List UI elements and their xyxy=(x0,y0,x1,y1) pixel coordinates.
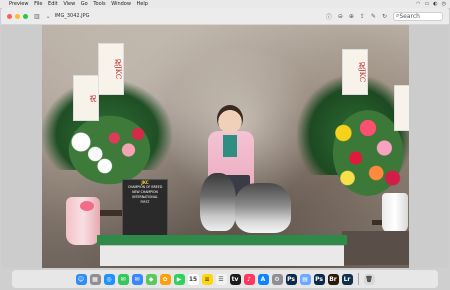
clock-icon[interactable]: ◷ xyxy=(442,1,446,7)
handler-shirt xyxy=(223,135,237,157)
stage-side xyxy=(342,231,409,265)
sidebar-toggle-icon[interactable]: ▥ xyxy=(34,13,40,20)
menu-item-file[interactable]: File xyxy=(34,1,42,7)
grass-platform xyxy=(97,235,347,245)
handler-head xyxy=(217,105,243,133)
banner-left-1: 祝JKC xyxy=(98,43,124,95)
messages-icon[interactable]: ✉ xyxy=(117,273,129,285)
menu-item-edit[interactable]: Edit xyxy=(48,1,58,7)
schnauzer-dog-left xyxy=(200,173,236,231)
vase-right xyxy=(382,193,408,233)
menu-item-view[interactable]: View xyxy=(63,1,75,7)
document-title: IMG_3042.JPG xyxy=(54,13,90,19)
lightroom-icon[interactable]: Lr xyxy=(341,273,353,285)
safari-icon[interactable]: ◎ xyxy=(103,273,115,285)
tv-icon[interactable]: tv xyxy=(229,273,241,285)
bridge-icon[interactable]: Br xyxy=(327,273,339,285)
zoom-out-icon[interactable]: ⊖ xyxy=(338,13,343,20)
share-icon[interactable]: ⇪ xyxy=(360,13,365,20)
status-area: ◠ ▭ ◐ ◷ xyxy=(416,1,450,7)
window-titlebar: ▥ ⌄ IMG_3042.JPG ⓘ ⊖ ⊕ ⇪ ✎ ↻ ⌕ Search xyxy=(1,8,449,25)
menu-item-preview[interactable]: Preview xyxy=(9,1,28,7)
banner-right-1: 祝JKC xyxy=(342,49,368,95)
photos-icon[interactable]: ✿ xyxy=(159,273,171,285)
launchpad-icon[interactable]: ▦ xyxy=(89,273,101,285)
facetime-icon[interactable]: ▶ xyxy=(173,273,185,285)
music-icon[interactable]: ♪ xyxy=(243,273,255,285)
markup-icon[interactable]: ✎ xyxy=(371,13,376,20)
notes-icon[interactable]: ≡ xyxy=(201,273,213,285)
close-button[interactable] xyxy=(7,13,12,19)
dog-show-photo: 祝JKC 祝 祝JKC 祝 JKC CHAMPION OF BREED NEW … xyxy=(42,25,409,268)
platform-front xyxy=(100,245,344,266)
search-input[interactable]: ⌕ Search xyxy=(393,11,443,21)
ribbon-left xyxy=(80,201,94,211)
award-sign: JKC CHAMPION OF BREED NEW CHAMPION INTER… xyxy=(122,179,168,239)
zoom-button[interactable] xyxy=(23,13,28,19)
schnauzer-dog-right xyxy=(235,183,291,233)
info-icon[interactable]: ⓘ xyxy=(326,12,332,21)
trash-icon[interactable]: 🗑 xyxy=(363,273,375,285)
menu-item-window[interactable]: Window xyxy=(111,1,131,7)
wifi-icon[interactable]: ◠ xyxy=(416,1,420,7)
control-center-icon[interactable]: ◐ xyxy=(433,1,437,7)
photoshop-icon[interactable]: Ps xyxy=(285,273,297,285)
finder-icon[interactable]: ☺ xyxy=(75,273,87,285)
battery-icon[interactable]: ▭ xyxy=(425,1,430,7)
chevron-down-icon[interactable]: ⌄ xyxy=(46,13,51,20)
gear-icon[interactable]: ⚙ xyxy=(271,273,283,285)
toolbar: ⓘ ⊖ ⊕ ⇪ ✎ ↻ ⌕ Search xyxy=(326,11,449,21)
zoom-in-icon[interactable]: ⊕ xyxy=(349,13,354,20)
image-canvas[interactable]: 祝JKC 祝 祝JKC 祝 JKC CHAMPION OF BREED NEW … xyxy=(1,25,449,268)
photoshop-icon[interactable]: Ps xyxy=(313,273,325,285)
minimize-button[interactable] xyxy=(15,13,20,19)
flower-arrangement-left xyxy=(62,110,157,190)
award-sign-line4: FIRST xyxy=(140,200,150,204)
rotate-icon[interactable]: ↻ xyxy=(382,13,387,20)
reminders-icon[interactable]: ☰ xyxy=(215,273,227,285)
menu-item-go[interactable]: Go xyxy=(81,1,88,7)
dock-separator xyxy=(357,273,359,285)
maps-icon[interactable]: ◆ xyxy=(145,273,157,285)
menu-item-help[interactable]: Help xyxy=(137,1,148,7)
app-store-icon[interactable]: A xyxy=(257,273,269,285)
menu-items: Preview File Edit View Go Tools Window H… xyxy=(9,1,152,7)
banner-left-2: 祝 xyxy=(73,75,99,121)
search-placeholder: Search xyxy=(399,12,420,20)
traffic-lights xyxy=(7,13,28,19)
mail-icon[interactable]: ✉ xyxy=(131,273,143,285)
menu-item-tools[interactable]: Tools xyxy=(93,1,105,7)
menu-bar: Preview File Edit View Go Tools Window H… xyxy=(0,0,450,8)
preview-icon[interactable]: ▤ xyxy=(299,273,311,285)
calendar-icon[interactable]: 15 xyxy=(187,273,199,285)
preview-window: ▥ ⌄ IMG_3042.JPG ⓘ ⊖ ⊕ ⇪ ✎ ↻ ⌕ Search 祝J… xyxy=(1,8,449,268)
dock: ☺ ▦ ◎ ✉ ✉ ◆ ✿ ▶ 15 ≡ ☰ tv ♪ A ⚙ Ps ▤ Ps Br Lr 🗑 xyxy=(12,270,438,288)
banner-right-2: 祝 xyxy=(394,85,409,131)
